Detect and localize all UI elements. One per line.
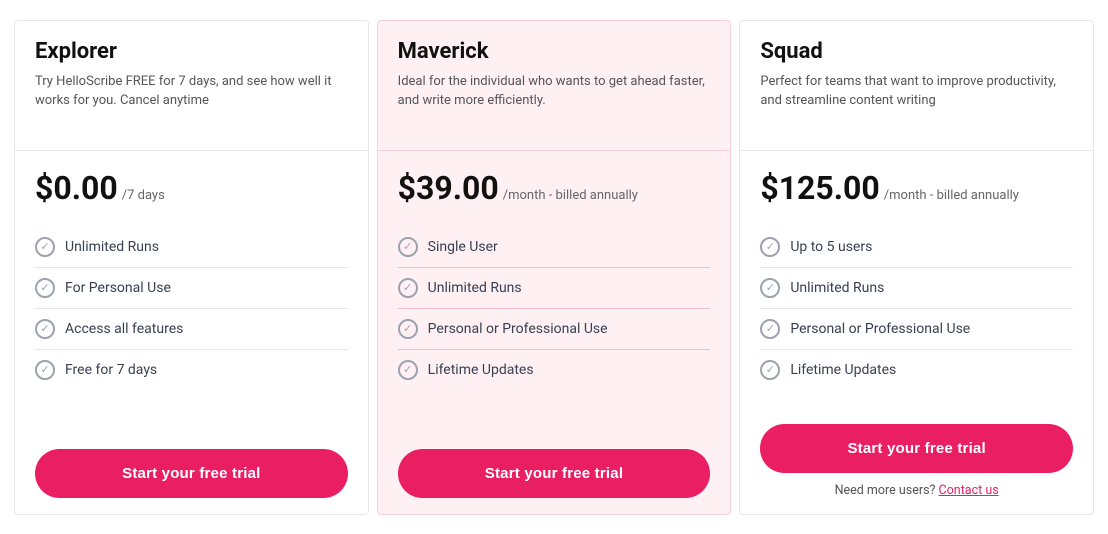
plan-description-maverick: Ideal for the individual who wants to ge… bbox=[398, 72, 711, 111]
cta-button-explorer[interactable]: Start your free trial bbox=[35, 449, 348, 498]
plan-price-maverick: $39.00/month - billed annually bbox=[398, 169, 711, 207]
plan-header-explorer: Explorer Try HelloScribe FREE for 7 days,… bbox=[15, 21, 368, 151]
list-item: ✓ Free for 7 days bbox=[35, 349, 348, 390]
check-icon: ✓ bbox=[760, 237, 780, 257]
price-period-squad: /month - billed annually bbox=[884, 188, 1019, 203]
price-period-explorer: /7 days bbox=[122, 188, 165, 203]
feature-label: Single User bbox=[428, 239, 498, 255]
check-icon: ✓ bbox=[760, 278, 780, 298]
list-item: ✓ Unlimited Runs bbox=[398, 267, 711, 308]
check-icon: ✓ bbox=[35, 319, 55, 339]
cta-section-squad: Start your free trial Need more users? Co… bbox=[740, 408, 1093, 514]
plan-card-squad: Squad Perfect for teams that want to impr… bbox=[739, 20, 1094, 515]
feature-label: Lifetime Updates bbox=[790, 362, 896, 378]
plan-price-squad: $125.00/month - billed annually bbox=[760, 169, 1073, 207]
cta-section-explorer: Start your free trial bbox=[15, 433, 368, 514]
features-list-squad: ✓ Up to 5 users ✓ Unlimited Runs ✓ Personal o… bbox=[760, 227, 1073, 390]
list-item: ✓ For Personal Use bbox=[35, 267, 348, 308]
cta-button-squad[interactable]: Start your free trial bbox=[760, 424, 1073, 473]
plan-header-squad: Squad Perfect for teams that want to impr… bbox=[740, 21, 1093, 151]
plan-name-squad: Squad bbox=[760, 39, 1073, 64]
plan-name-explorer: Explorer bbox=[35, 39, 348, 64]
list-item: ✓ Lifetime Updates bbox=[760, 349, 1073, 390]
features-list-explorer: ✓ Unlimited Runs ✓ For Personal Use ✓ Access … bbox=[35, 227, 348, 415]
list-item: ✓ Unlimited Runs bbox=[35, 227, 348, 267]
pricing-grid: Explorer Try HelloScribe FREE for 7 days,… bbox=[10, 16, 1098, 519]
feature-label: Unlimited Runs bbox=[790, 280, 884, 296]
check-icon: ✓ bbox=[760, 360, 780, 380]
feature-label: Up to 5 users bbox=[790, 239, 872, 255]
plan-body-maverick: $39.00/month - billed annually ✓ Single Us… bbox=[378, 151, 731, 433]
price-amount-squad: $125.00 bbox=[760, 169, 879, 207]
list-item: ✓ Personal or Professional Use bbox=[398, 308, 711, 349]
list-item: ✓ Up to 5 users bbox=[760, 227, 1073, 267]
price-period-maverick: /month - billed annually bbox=[503, 188, 638, 203]
feature-label: Personal or Professional Use bbox=[790, 321, 970, 337]
check-icon: ✓ bbox=[35, 360, 55, 380]
check-icon: ✓ bbox=[398, 278, 418, 298]
feature-label: Unlimited Runs bbox=[428, 280, 522, 296]
cta-section-maverick: Start your free trial bbox=[378, 433, 731, 514]
feature-label: Access all features bbox=[65, 321, 183, 337]
feature-label: Unlimited Runs bbox=[65, 239, 159, 255]
price-amount-explorer: $0.00 bbox=[35, 169, 118, 207]
plan-description-explorer: Try HelloScribe FREE for 7 days, and see… bbox=[35, 72, 348, 111]
feature-label: Personal or Professional Use bbox=[428, 321, 608, 337]
check-icon: ✓ bbox=[398, 237, 418, 257]
check-icon: ✓ bbox=[398, 319, 418, 339]
plan-card-maverick: Maverick Ideal for the individual who wan… bbox=[377, 20, 732, 515]
contact-link[interactable]: Contact us bbox=[939, 483, 999, 498]
list-item: ✓ Single User bbox=[398, 227, 711, 267]
check-icon: ✓ bbox=[398, 360, 418, 380]
features-list-maverick: ✓ Single User ✓ Unlimited Runs ✓ Personal or … bbox=[398, 227, 711, 415]
check-icon: ✓ bbox=[35, 237, 55, 257]
feature-label: Lifetime Updates bbox=[428, 362, 534, 378]
feature-label: Free for 7 days bbox=[65, 362, 157, 378]
list-item: ✓ Lifetime Updates bbox=[398, 349, 711, 390]
check-icon: ✓ bbox=[760, 319, 780, 339]
plan-body-explorer: $0.00/7 days ✓ Unlimited Runs ✓ For Personal… bbox=[15, 151, 368, 433]
list-item: ✓ Personal or Professional Use bbox=[760, 308, 1073, 349]
feature-label: For Personal Use bbox=[65, 280, 171, 296]
plan-card-explorer: Explorer Try HelloScribe FREE for 7 days,… bbox=[14, 20, 369, 515]
cta-button-maverick[interactable]: Start your free trial bbox=[398, 449, 711, 498]
plan-price-explorer: $0.00/7 days bbox=[35, 169, 348, 207]
plan-description-squad: Perfect for teams that want to improve p… bbox=[760, 72, 1073, 111]
plan-header-maverick: Maverick Ideal for the individual who wan… bbox=[378, 21, 731, 151]
price-amount-maverick: $39.00 bbox=[398, 169, 499, 207]
list-item: ✓ Access all features bbox=[35, 308, 348, 349]
contact-note: Need more users? Contact us bbox=[760, 483, 1073, 498]
list-item: ✓ Unlimited Runs bbox=[760, 267, 1073, 308]
plan-body-squad: $125.00/month - billed annually ✓ Up to 5 … bbox=[740, 151, 1093, 408]
plan-name-maverick: Maverick bbox=[398, 39, 711, 64]
check-icon: ✓ bbox=[35, 278, 55, 298]
